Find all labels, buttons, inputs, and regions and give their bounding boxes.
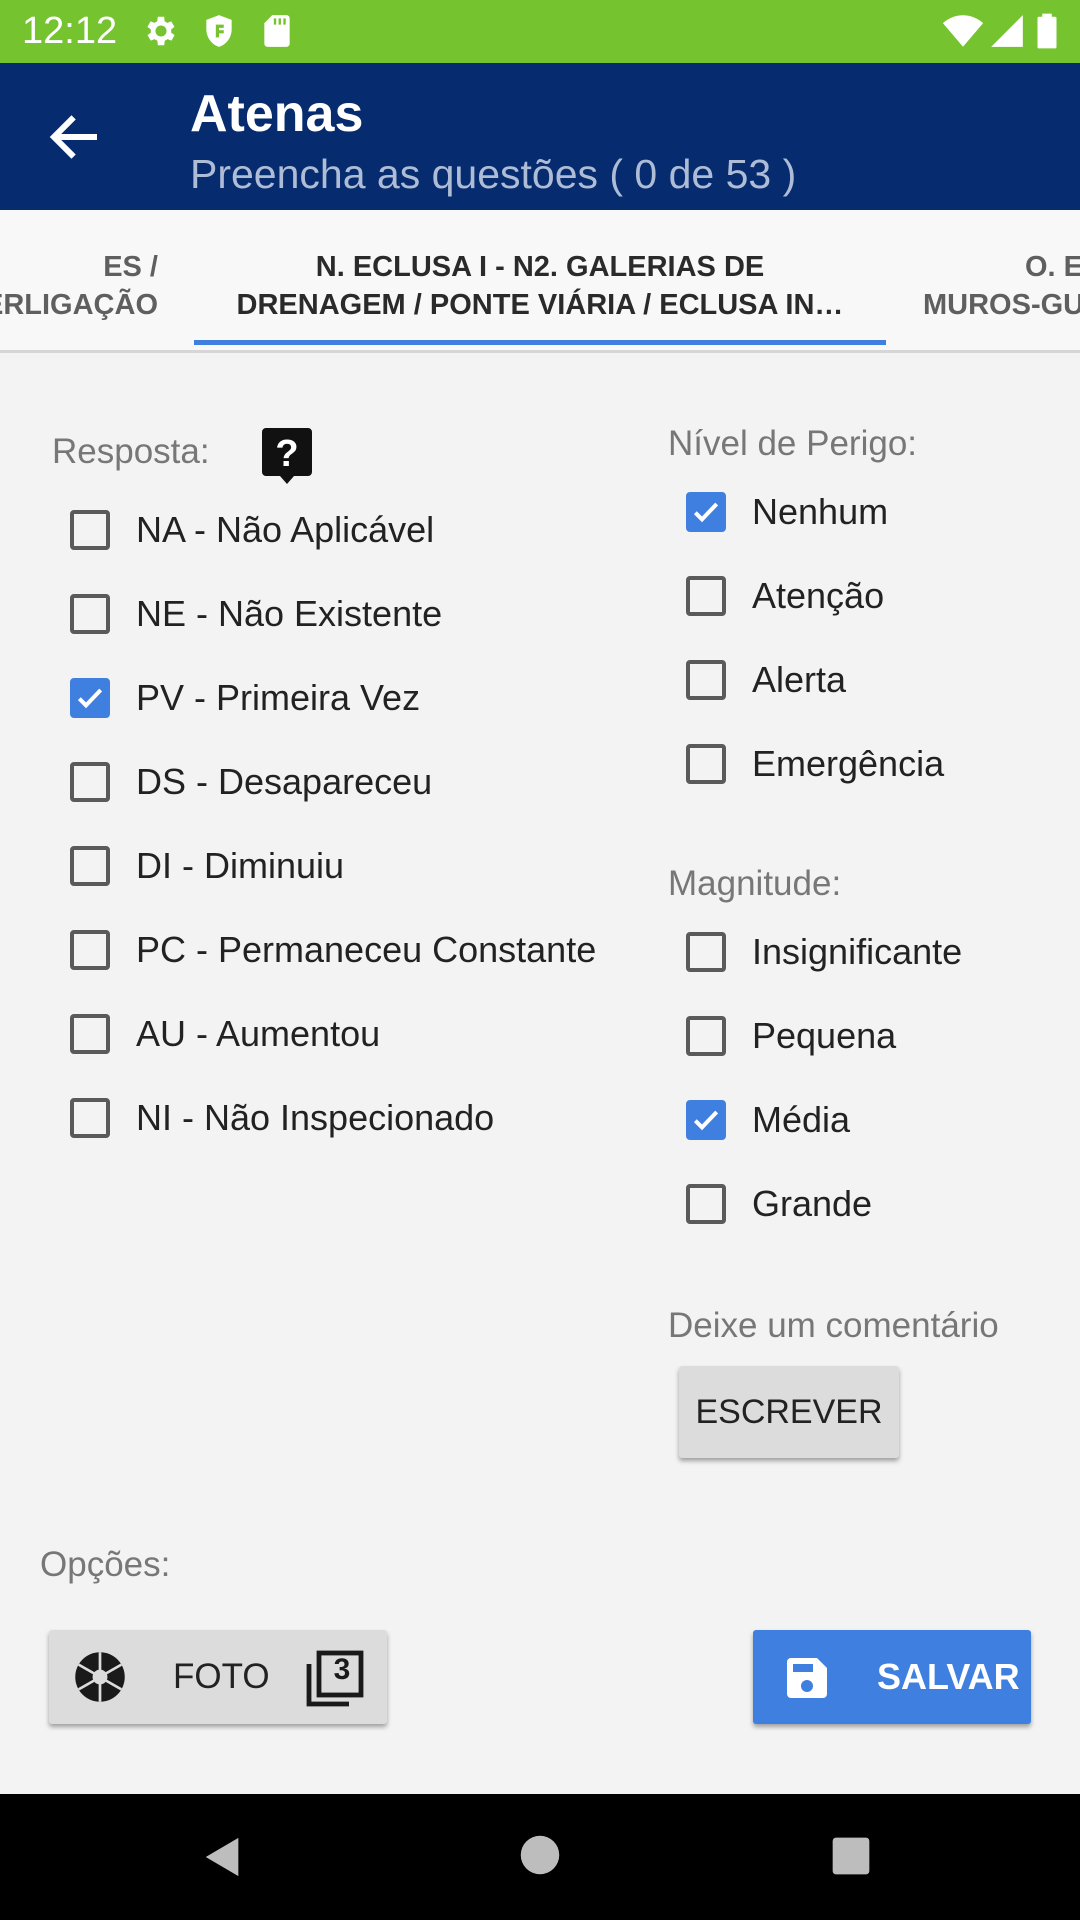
navigation-bar — [0, 1794, 1080, 1920]
checkbox[interactable] — [686, 744, 726, 784]
perigo-option[interactable]: Atenção — [686, 566, 884, 626]
shield-icon — [206, 15, 232, 47]
checkbox[interactable] — [70, 510, 110, 550]
resposta-option-label: DS - Desapareceu — [136, 761, 433, 802]
perigo-option-label: Emergência — [752, 743, 945, 784]
magnitude-option-label: Média — [752, 1099, 851, 1140]
checkbox[interactable] — [70, 1098, 110, 1138]
magnitude-option-label: Grande — [752, 1183, 873, 1224]
checkbox[interactable] — [70, 930, 110, 970]
magnitude-option[interactable]: Pequena — [686, 1006, 896, 1066]
gear-icon — [147, 16, 175, 46]
tab-indicator — [194, 340, 886, 345]
checkbox[interactable] — [686, 932, 726, 972]
checkbox[interactable] — [686, 1184, 726, 1224]
tab-next[interactable]: O. E MUROS-GU — [923, 248, 1080, 324]
home-circle-icon[interactable] — [519, 1834, 561, 1876]
checkbox-checked[interactable] — [686, 1100, 726, 1140]
tab-active[interactable]: N. ECLUSA I - N2. GALERIAS DE DRENAGEM /… — [194, 248, 886, 324]
camera-shutter-icon — [75, 1652, 125, 1702]
magnitude-option[interactable]: Grande — [686, 1174, 872, 1234]
resposta-option[interactable]: AU - Aumentou — [70, 1004, 380, 1064]
checkbox-checked[interactable] — [686, 492, 726, 532]
status-time: 12:12 — [22, 10, 118, 52]
checkbox-checked[interactable] — [70, 678, 110, 718]
resposta-option[interactable]: PV - Primeira Vez — [70, 668, 420, 728]
resposta-option-label: DI - Diminuiu — [136, 845, 345, 886]
write-comment-button[interactable]: ESCREVER — [679, 1366, 899, 1458]
perigo-option[interactable]: Nenhum — [686, 482, 888, 542]
check-icon — [77, 688, 103, 709]
perigo-label: Nível de Perigo: — [668, 424, 918, 463]
tab-active-line1: N. ECLUSA I - N2. GALERIAS DE — [315, 251, 765, 283]
tab-previous[interactable]: ES / ERLIGAÇÃO — [0, 248, 158, 324]
tab-next-line1: O. E — [1025, 251, 1080, 283]
signal-icon — [991, 15, 1023, 47]
save-button[interactable]: SALVAR — [753, 1630, 1031, 1724]
comment-label: Deixe um comentário — [668, 1306, 999, 1345]
floppy-disk-icon — [787, 1658, 827, 1698]
arrow-left-icon[interactable] — [44, 107, 104, 167]
magnitude-label: Magnitude: — [668, 864, 842, 903]
status-bar: 12:12 — [0, 0, 1080, 63]
checkbox[interactable] — [70, 846, 110, 886]
help-icon[interactable]: ? — [262, 428, 312, 486]
svg-text:?: ? — [275, 433, 298, 475]
resposta-option-label: NI - Não Inspecionado — [136, 1097, 495, 1138]
perigo-option-label: Nenhum — [752, 491, 889, 532]
perigo-option[interactable]: Alerta — [686, 650, 846, 710]
resposta-option[interactable]: PC - Permaneceu Constante — [70, 920, 596, 980]
resposta-option[interactable]: NA - Não Aplicável — [70, 500, 434, 560]
magnitude-option[interactable]: Insignificante — [686, 922, 962, 982]
magnitude-option-label: Pequena — [752, 1015, 897, 1056]
perigo-option-label: Alerta — [752, 659, 847, 700]
perigo-option-label: Atenção — [752, 575, 885, 616]
tab-next-line2: MUROS-GU — [923, 289, 1080, 321]
photo-count: 3 — [333, 1653, 351, 1686]
checkbox[interactable] — [70, 594, 110, 634]
wifi-icon — [942, 15, 984, 47]
checkbox[interactable] — [686, 1016, 726, 1056]
checkbox[interactable] — [686, 576, 726, 616]
checkbox[interactable] — [686, 660, 726, 700]
resposta-option[interactable]: DS - Desapareceu — [70, 752, 432, 812]
check-icon — [693, 502, 719, 523]
battery-icon — [1037, 13, 1057, 49]
photo-count-icon: 3 — [305, 1650, 365, 1708]
resposta-option[interactable]: DI - Diminuiu — [70, 836, 344, 896]
resposta-option-label: NA - Não Aplicável — [136, 509, 435, 550]
tab-bar: ES / ERLIGAÇÃO N. ECLUSA I - N2. GALERIA… — [0, 210, 1080, 353]
foto-button-label: FOTO — [173, 1657, 270, 1696]
checkbox[interactable] — [70, 1014, 110, 1054]
page-subtitle: Preencha as questões ( 0 de 53 ) — [190, 151, 797, 197]
tab-active-line2: DRENAGEM / PONTE VIÁRIA / ECLUSA IN… — [236, 289, 844, 321]
foto-button[interactable]: FOTO 3 — [49, 1630, 387, 1724]
check-icon — [693, 1110, 719, 1131]
resposta-option[interactable]: NI - Não Inspecionado — [70, 1088, 494, 1148]
recents-square-icon[interactable] — [831, 1836, 871, 1876]
page-title: Atenas — [190, 85, 364, 143]
sd-card-icon — [264, 15, 290, 47]
resposta-option-label: PV - Primeira Vez — [136, 677, 421, 718]
resposta-label: Resposta: — [52, 432, 210, 471]
resposta-option-label: NE - Não Existente — [136, 593, 443, 634]
tab-previous-line1: ES / — [103, 251, 158, 283]
save-button-label: SALVAR — [877, 1656, 1020, 1697]
back-triangle-icon[interactable] — [200, 1834, 246, 1880]
magnitude-option-label: Insignificante — [752, 931, 963, 972]
perigo-option[interactable]: Emergência — [686, 734, 944, 794]
resposta-option-label: PC - Permaneceu Constante — [136, 929, 597, 970]
checkbox[interactable] — [70, 762, 110, 802]
app-bar: Atenas Preencha as questões ( 0 de 53 ) — [0, 63, 1080, 210]
magnitude-option[interactable]: Média — [686, 1090, 850, 1150]
opcoes-label: Opções: — [40, 1545, 171, 1584]
tab-previous-line2: ERLIGAÇÃO — [0, 289, 158, 321]
resposta-option-label: AU - Aumentou — [136, 1013, 381, 1054]
resposta-option[interactable]: NE - Não Existente — [70, 584, 442, 644]
